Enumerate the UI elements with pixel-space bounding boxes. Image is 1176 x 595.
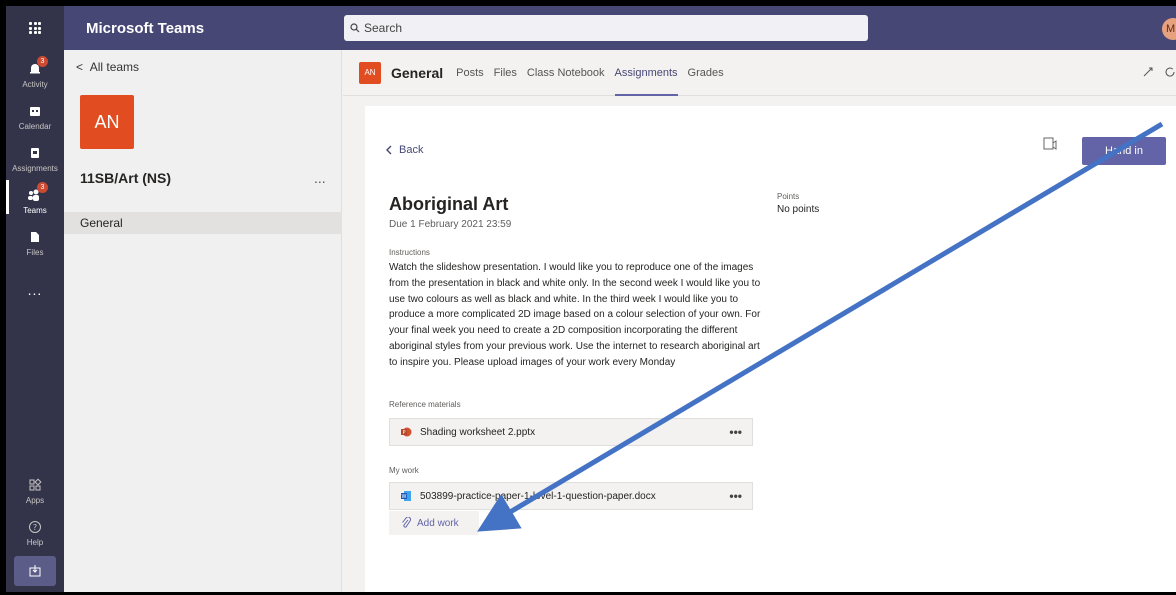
all-teams-label: All teams: [89, 60, 140, 74]
tab-files[interactable]: Files: [489, 50, 522, 96]
team-name: 11SB/Art (NS): [80, 170, 172, 186]
rail-item-teams[interactable]: 3 Teams: [6, 180, 64, 215]
rail-label-calendar: Calendar: [18, 122, 52, 131]
download-icon[interactable]: [14, 556, 56, 586]
teams-icon: 3: [24, 182, 48, 206]
rail-item-files[interactable]: Files: [6, 226, 64, 257]
team-avatar: AN: [80, 95, 134, 149]
assignment-title: Aboriginal Art: [389, 194, 509, 214]
app-rail: 3 Activity Calendar Assignments 3 Teams: [6, 50, 64, 592]
expand-icon[interactable]: [1142, 66, 1154, 78]
hand-in-button[interactable]: Hand in: [1082, 137, 1166, 165]
search-icon: [350, 23, 360, 33]
rail-label-activity: Activity: [22, 80, 48, 89]
tab-grades[interactable]: Grades: [683, 50, 729, 96]
back-label: Back: [399, 144, 424, 156]
files-icon: [24, 226, 46, 248]
my-work-label: My work: [389, 466, 419, 475]
rail-label-teams: Teams: [23, 206, 47, 215]
svg-text:W: W: [402, 494, 407, 500]
app-launcher-icon[interactable]: [6, 6, 64, 50]
rail-item-help[interactable]: ? Help: [6, 516, 64, 547]
channel-header: AN General Posts Files Class Notebook As…: [343, 50, 1176, 96]
rail-more-icon[interactable]: ...: [6, 282, 64, 298]
bell-icon: 3: [24, 56, 48, 80]
app-title: Microsoft Teams: [86, 19, 205, 37]
instructions-label: Instructions: [389, 248, 430, 257]
chevron-left-icon: <: [76, 60, 84, 74]
my-work-file-row[interactable]: W 503899-practice-paper-1-level-1-questi…: [389, 482, 753, 510]
assignment-due-date: Due 1 February 2021 23:59: [389, 219, 512, 230]
my-work-file-more-icon[interactable]: •••: [729, 489, 742, 503]
assignments-icon: [24, 142, 46, 164]
search-placeholder: Search: [364, 21, 403, 35]
points-value: No points: [777, 204, 820, 215]
header-actions: [1142, 66, 1176, 78]
points-label: Points: [777, 192, 800, 201]
word-icon: W: [401, 491, 411, 501]
add-work-button[interactable]: Add work: [389, 511, 479, 535]
tab-assignments[interactable]: Assignments: [610, 50, 683, 96]
help-icon: ?: [24, 516, 46, 538]
svg-text:P: P: [402, 430, 405, 436]
channel-title: General: [391, 64, 444, 81]
rail-label-help: Help: [26, 538, 44, 547]
rail-label-assignments: Assignments: [12, 164, 58, 173]
rail-item-assignments[interactable]: Assignments: [6, 142, 64, 173]
rail-item-calendar[interactable]: Calendar: [6, 100, 64, 131]
immersive-reader-icon[interactable]: [1042, 136, 1058, 157]
top-bar: Microsoft Teams Search M: [6, 6, 1176, 50]
rail-label-apps: Apps: [25, 496, 45, 505]
team-panel: < All teams AN 11SB/Art (NS) ... General: [64, 50, 342, 592]
instructions-text: Watch the slideshow presentation. I woul…: [389, 262, 761, 368]
teams-badge: 3: [37, 182, 48, 193]
rail-item-apps[interactable]: Apps: [6, 474, 64, 505]
svg-text:?: ?: [33, 523, 37, 532]
user-avatar[interactable]: M: [1162, 18, 1176, 40]
main-content: AN General Posts Files Class Notebook As…: [343, 50, 1176, 592]
teams-window: Microsoft Teams Search M 3 Activity Cale…: [6, 6, 1176, 592]
apps-icon: [24, 474, 46, 496]
tab-class-notebook[interactable]: Class Notebook: [522, 50, 610, 96]
reference-materials-label: Reference materials: [389, 400, 461, 409]
add-work-label: Add work: [417, 517, 459, 529]
channel-avatar: AN: [359, 61, 381, 84]
search-input[interactable]: Search: [344, 15, 868, 41]
all-teams-link[interactable]: < All teams: [76, 60, 139, 74]
channel-item-general[interactable]: General: [64, 212, 342, 234]
activity-badge: 3: [37, 56, 48, 67]
tab-posts[interactable]: Posts: [451, 50, 489, 96]
chevron-left-icon: [386, 145, 392, 155]
reference-file-row[interactable]: P Shading worksheet 2.pptx •••: [389, 418, 753, 446]
reference-file-more-icon[interactable]: •••: [729, 425, 742, 439]
channel-tabs: Posts Files Class Notebook Assignments G…: [451, 50, 728, 96]
calendar-icon: [24, 100, 46, 122]
refresh-icon[interactable]: [1164, 66, 1176, 78]
paperclip-icon: [402, 517, 411, 528]
rail-item-activity[interactable]: 3 Activity: [6, 56, 64, 89]
reference-file-name: Shading worksheet 2.pptx: [420, 426, 536, 438]
team-more-icon[interactable]: ...: [314, 170, 326, 186]
assignment-card: Back Hand in Aboriginal Art Due 1 Februa…: [365, 106, 1176, 592]
rail-label-files: Files: [26, 248, 44, 257]
back-button[interactable]: Back: [385, 144, 423, 156]
powerpoint-icon: P: [401, 427, 412, 437]
my-work-file-name: 503899-practice-paper-1-level-1-question…: [420, 490, 656, 502]
